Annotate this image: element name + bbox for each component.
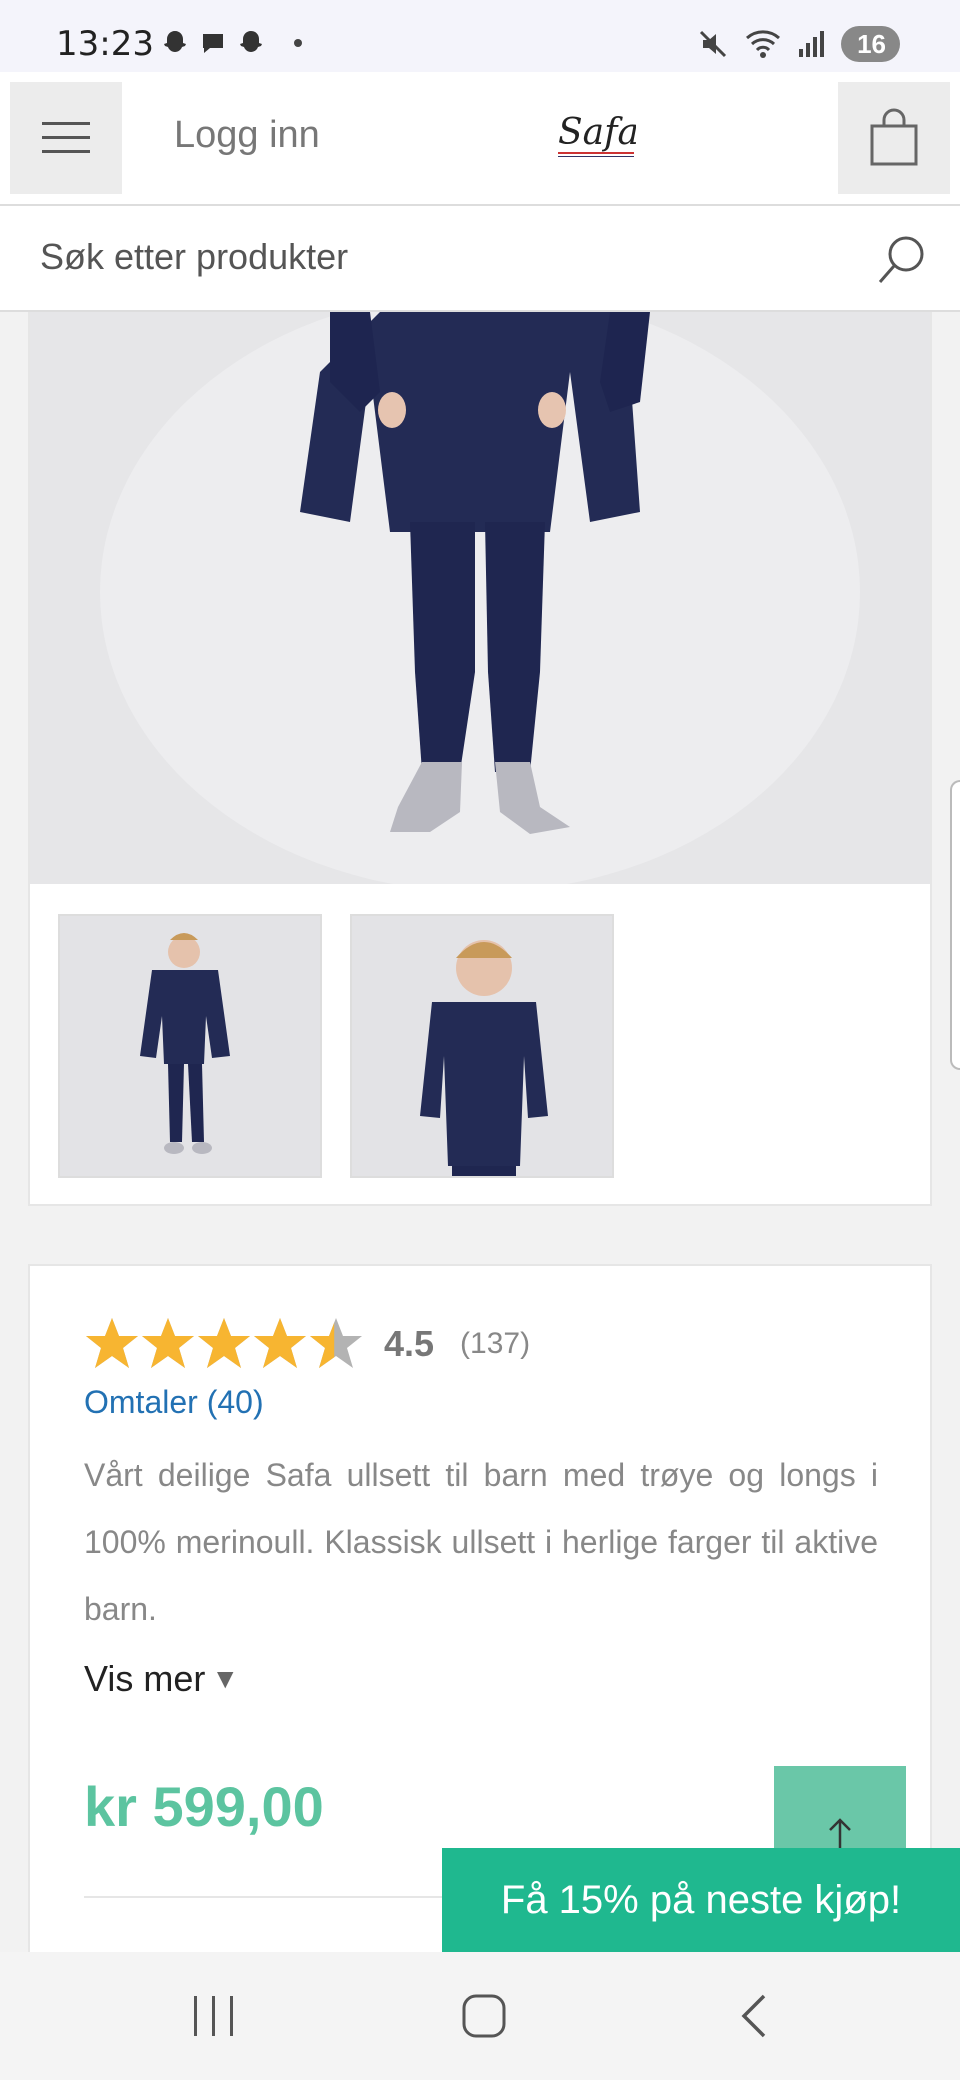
search-input[interactable] — [40, 236, 840, 278]
login-link[interactable]: Logg inn — [174, 114, 320, 157]
product-main-image[interactable] — [30, 312, 930, 884]
recent-apps-button[interactable] — [184, 1986, 244, 2046]
cart-button[interactable] — [838, 82, 950, 194]
system-icons: 16 — [697, 26, 900, 62]
hamburger-icon — [42, 122, 90, 153]
child-wool-set-photo — [30, 312, 930, 884]
battery-indicator: 16 — [841, 26, 900, 62]
android-nav-bar — [0, 1952, 960, 2080]
snapchat-icon — [240, 31, 262, 52]
thumbnail-photo-1 — [60, 916, 320, 1176]
search-icon[interactable] — [874, 232, 930, 288]
product-gallery — [28, 312, 932, 1206]
recent-apps-icon — [194, 1996, 233, 2036]
home-button[interactable] — [454, 1986, 514, 2046]
show-more-label: Vis mer — [84, 1658, 206, 1699]
shopping-bag-icon — [870, 108, 918, 166]
site-header: Logg inn Safa — [0, 72, 960, 206]
thumbnail-1[interactable] — [58, 914, 322, 1178]
promo-banner[interactable]: Få 15% på neste kjøp! — [442, 1848, 960, 1952]
signal-icon — [799, 31, 825, 57]
rating-count: (137) — [460, 1327, 531, 1360]
show-more-toggle[interactable]: Vis mer ▼ — [84, 1658, 239, 1700]
search-bar — [0, 206, 960, 312]
safa-logo[interactable]: Safa — [556, 106, 636, 166]
snapchat-icon — [164, 31, 186, 52]
home-icon — [462, 1994, 506, 2038]
more-notifications-dot — [294, 39, 302, 47]
notification-icons — [160, 28, 302, 58]
thumbnail-2[interactable] — [350, 914, 614, 1178]
status-time: 13:23 — [56, 24, 154, 64]
back-icon — [741, 1994, 766, 2038]
status-bar: 13:23 16 — [0, 0, 960, 72]
rating-value: 4.5 — [384, 1323, 435, 1364]
rating-stars — [84, 1316, 362, 1372]
thumbnail-photo-2 — [352, 916, 612, 1176]
mute-icon — [700, 30, 727, 58]
chat-bubble-icon — [203, 34, 223, 53]
product-price: kr 599,00 — [84, 1775, 324, 1838]
back-button[interactable] — [724, 1986, 784, 2046]
menu-button[interactable] — [10, 82, 122, 194]
star-rating-icon — [86, 1318, 362, 1368]
reviews-link[interactable]: Omtaler (40) — [84, 1384, 264, 1421]
chevron-down-icon: ▼ — [211, 1663, 240, 1694]
logo-text: Safa — [558, 112, 636, 153]
scroll-indicator[interactable] — [950, 780, 960, 1070]
wifi-icon — [746, 30, 781, 58]
product-description: Vårt deilige Safa ullsett til barn med t… — [84, 1457, 878, 1627]
rating-row[interactable]: 4.5 (137) — [84, 1316, 530, 1372]
